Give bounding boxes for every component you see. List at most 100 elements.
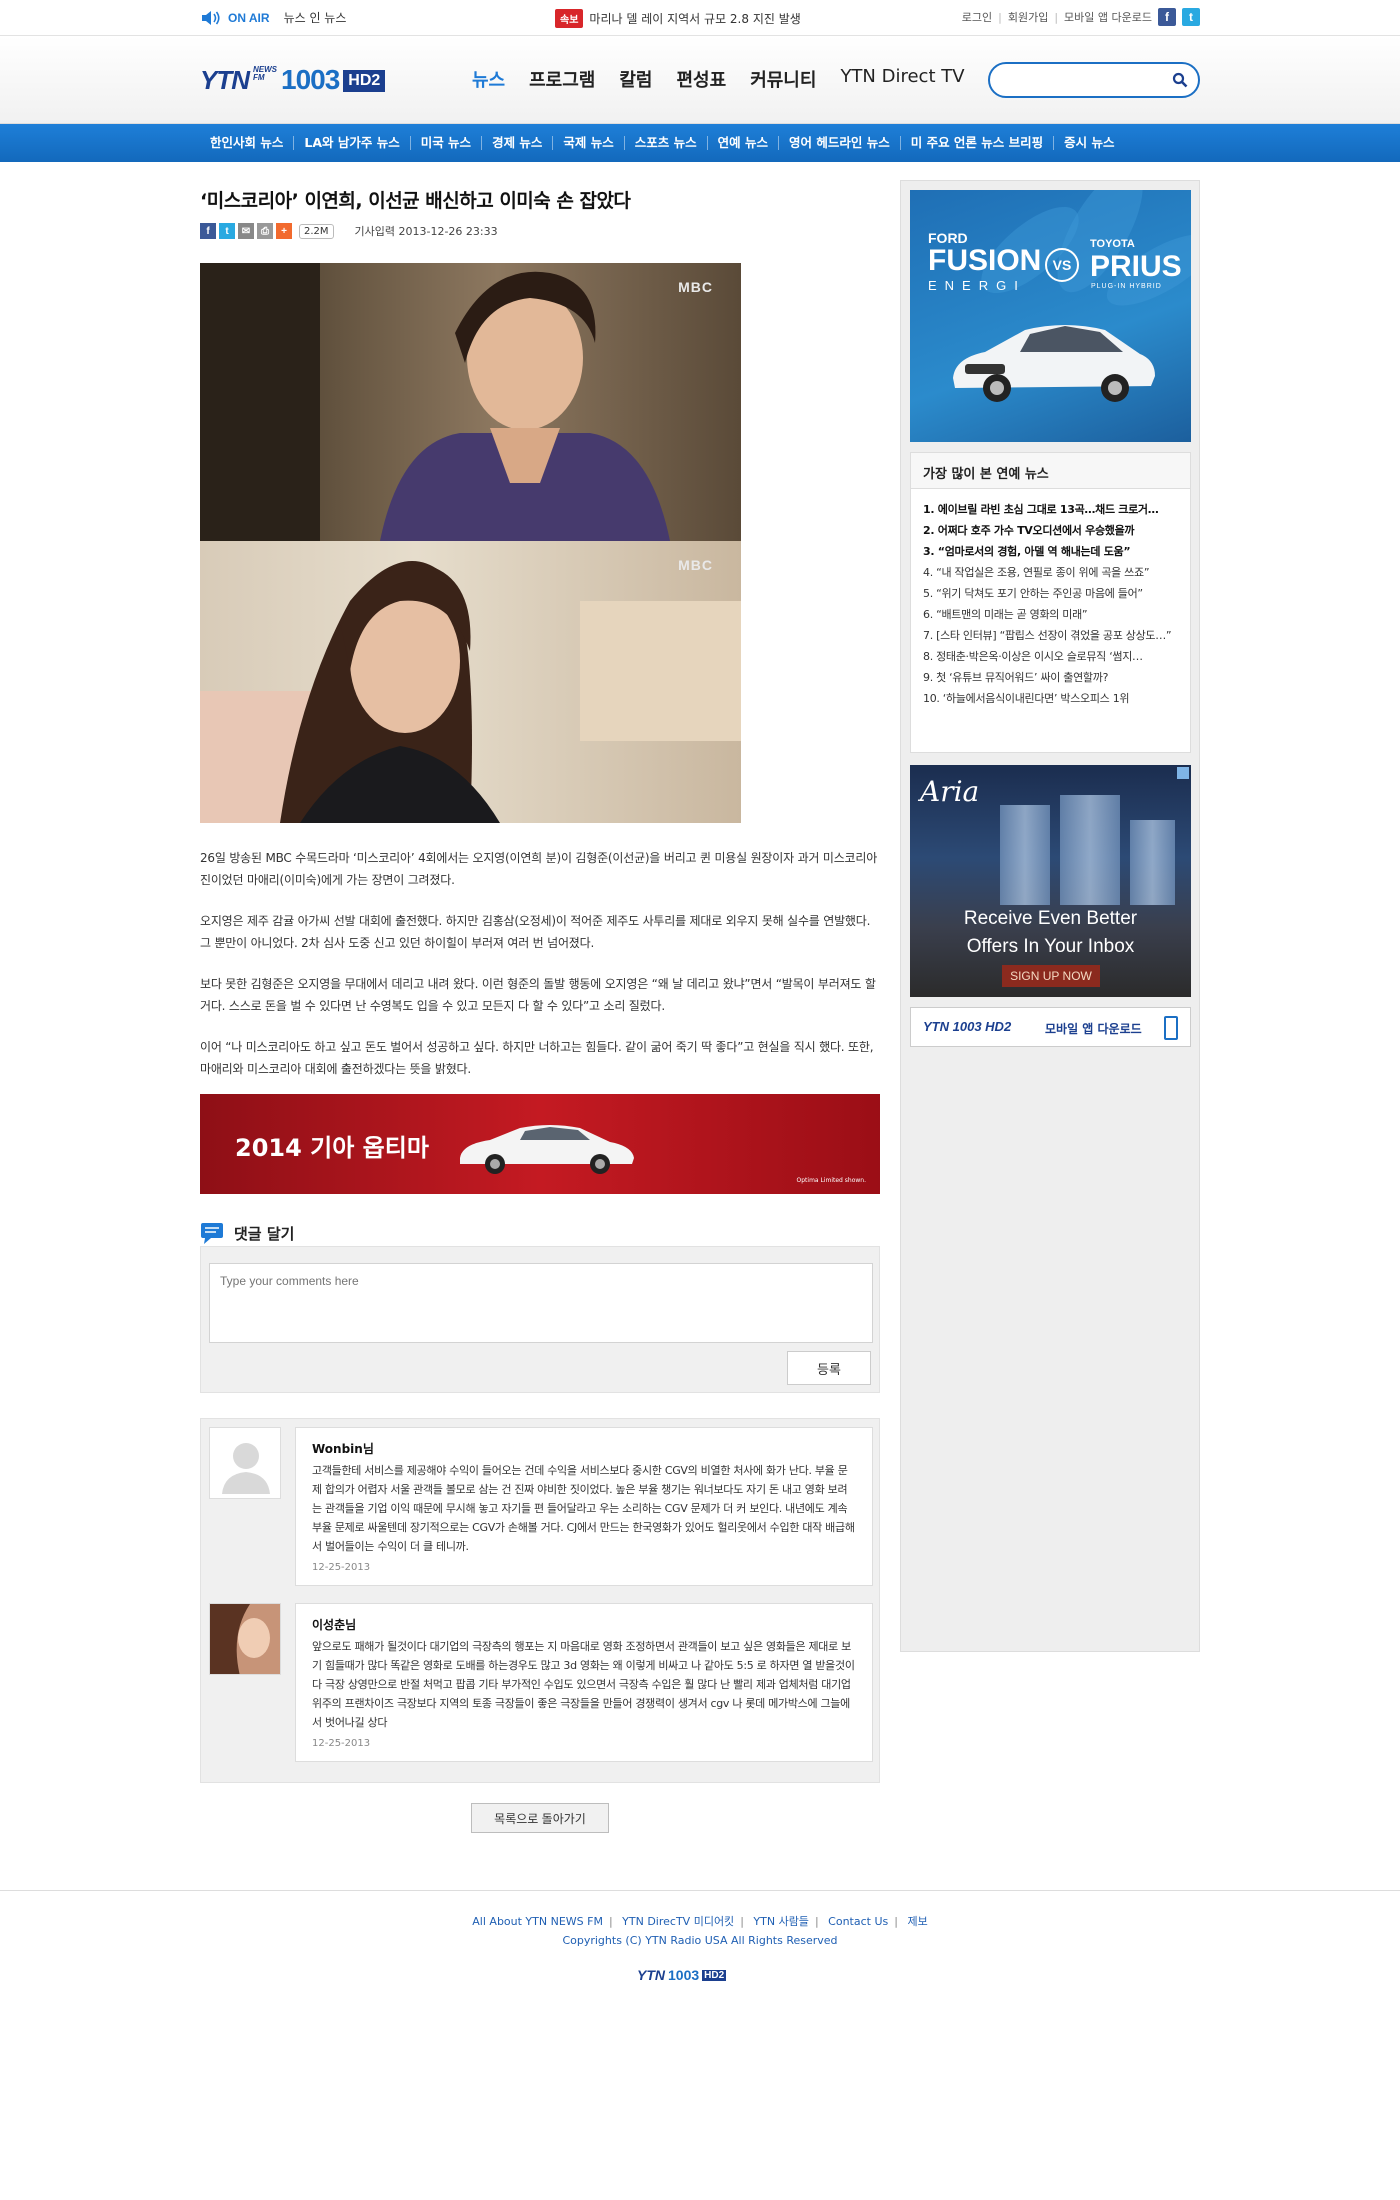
popular-item[interactable]: 9. 첫 ‘유튜브 뮤직어워드’ 싸이 출연할까? [923,667,1178,688]
mobile-logo-freq: 1003 [952,1019,982,1034]
share-email-icon[interactable]: ✉ [238,223,254,239]
default-avatar [209,1427,281,1499]
subnav-korean-community[interactable]: 한인사회 뉴스 [200,136,295,150]
popular-item[interactable]: 6. “배트맨의 미래는 곧 영화의 미래” [923,604,1178,625]
on-air-label: ON AIR [228,10,270,25]
subnav-economy[interactable]: 경제 뉴스 [482,136,554,150]
article-date: 기사입력 2013-12-26 23:33 [354,225,498,238]
divider: | [814,1915,819,1928]
mobile-app-download[interactable]: YTN 1003 HD2 모바일 앱 다운로드 [910,1007,1191,1047]
back-to-list-button[interactable]: 목록으로 돌아가기 [471,1803,609,1833]
article-paragraph: 보다 못한 김형준은 오지영을 무대에서 데리고 내려 왔다. 이런 형준의 돌… [200,977,876,1013]
article-paragraph: 26일 방송된 MBC 수목드라마 ‘미스코리아’ 4회에서는 오지영(이연희 … [200,851,878,887]
signup-link[interactable]: 회원가입 [1008,9,1048,25]
footer-logo-hd: HD2 [702,1969,727,1981]
footer-link-people[interactable]: YTN 사람들 [753,1915,809,1928]
popular-item[interactable]: 5. “위기 닥쳐도 포기 안하는 주인공 마음에 들어” [923,583,1178,604]
speaker-icon [202,10,220,25]
search-icon[interactable] [1172,72,1188,88]
ad2-message: Receive Even Better Offers In Your Inbox [910,905,1191,961]
mobile-logo-ytn: YTN [923,1019,949,1034]
nav-news[interactable]: 뉴스 [472,66,505,92]
phone-icon [1164,1016,1178,1040]
footer-link-tip[interactable]: 제보 [907,1915,927,1928]
nav-direct-tv[interactable]: YTN Direct TV [840,66,964,92]
user-placeholder-icon [222,1443,270,1494]
kia-optima-banner-ad[interactable]: 2014 기아 옵티마 Optima Limited shown. [200,1094,880,1194]
comment-form: 등록 [200,1246,880,1393]
footer-links: All About YTN NEWS FM | YTN DirecTV 미디어킷 |… [0,1913,1400,1929]
sign-up-button[interactable]: SIGN UP NOW [1002,965,1100,987]
login-link[interactable]: 로그인 [962,9,992,25]
on-air-link[interactable]: ON AIR 뉴스 인 뉴스 [200,9,346,26]
popular-item[interactable]: 7. [스타 인터뷰] “팝립스 선장이 겪었을 공포 상상도…” [923,625,1178,646]
footer-link-mediakit[interactable]: YTN DirecTV 미디어킷 [622,1915,734,1928]
subnav-la-socal[interactable]: LA와 남가주 뉴스 [294,136,411,150]
subnav-entertainment[interactable]: 연예 뉴스 [708,136,779,150]
popular-item[interactable]: 8. 정태춘·박은옥·이상은 이시오 슬로뮤직 ‘썸지… [923,646,1178,667]
breaking-tag: 속보 [555,9,584,28]
comment-content: Wonbin님 고객들한테 서비스를 제공해야 수익이 들어오는 건데 수익을 … [295,1427,873,1586]
user-photo [210,1604,280,1674]
subnav-world[interactable]: 국제 뉴스 [553,136,625,150]
share-print-icon[interactable]: ⎙ [257,223,273,239]
popular-item[interactable]: 3. “엄마로서의 경험, 아델 역 해내는데 도움” [923,541,1178,562]
nav-schedule[interactable]: 편성표 [677,66,727,92]
subnav-sports[interactable]: 스포츠 뉴스 [625,136,708,150]
article: ‘미스코리아’ 이연희, 이선균 배신하고 이미숙 손 잡았다 f t ✉ ⎙ … [200,186,880,1099]
footer-link-about[interactable]: All About YTN NEWS FM [472,1915,603,1928]
top-links: 로그인 | 회원가입 | 모바일 앱 다운로드 f t [962,8,1200,26]
footer-link-contact[interactable]: Contact Us [828,1915,888,1928]
photo-watermark: MBC [678,279,713,295]
logo-frequency: 1003 [281,64,340,95]
comment-date: 12-25-2013 [312,1562,371,1573]
nav-columns[interactable]: 칼럼 [619,66,652,92]
divider: | [608,1915,613,1928]
top-bar: ON AIR 뉴스 인 뉴스 속보 마리나 델 레이 지역서 규모 2.8 지진… [0,0,1400,36]
submit-comment-button[interactable]: 등록 [787,1351,871,1385]
breaking-news[interactable]: 속보 마리나 델 레이 지역서 규모 2.8 지진 발생 [555,9,801,28]
ad1-left-line2: FUSION [928,244,1042,277]
sub-nav: 한인사회 뉴스 LA와 남가주 뉴스 미국 뉴스 경제 뉴스 국제 뉴스 스포츠… [0,124,1400,162]
header: YTN NEWS FM 1003 HD2 뉴스 프로그램 칼럼 편성표 커뮤니티… [0,36,1400,124]
share-facebook-icon[interactable]: f [200,223,216,239]
twitter-icon[interactable]: t [1182,8,1200,26]
ad-choices-icon[interactable] [1177,767,1189,779]
popular-item[interactable]: 4. “내 작업실은 조용, 연필로 종이 위에 곡을 쓰죠” [923,562,1178,583]
comment-author: 이성춘님 [312,1618,357,1632]
footer-logo[interactable]: YTN 1003 HD2 [637,1967,727,1983]
subnav-us[interactable]: 미국 뉴스 [411,136,483,150]
aria-resort-ad[interactable]: Aria Receive Even Better Offers In Your … [910,765,1191,997]
comment-date: 12-25-2013 [312,1738,371,1749]
facebook-icon[interactable]: f [1158,8,1176,26]
subnav-stock-market[interactable]: 증시 뉴스 [1054,136,1124,150]
popular-item[interactable]: 2. 어쩌다 호주 가수 TV오디션에서 우승했을까 [923,520,1178,541]
nav-programs[interactable]: 프로그램 [529,66,595,92]
tower-shape [1130,820,1175,905]
breaking-text: 마리나 델 레이 지역서 규모 2.8 지진 발생 [589,12,801,26]
logo-hd2: HD2 [343,70,386,92]
comments-list: Wonbin님 고객들한테 서비스를 제공해야 수익이 들어오는 건데 수익을 … [200,1418,880,1783]
mobile-app-link[interactable]: 모바일 앱 다운로드 [1064,9,1152,25]
popular-item[interactable]: 10. ‘하늘에서음식이내린다면’ 박스오피스 1위 [923,688,1178,709]
subnav-english-headlines[interactable]: 영어 헤드라인 뉴스 [779,136,901,150]
ford-vs-toyota-ad[interactable]: FORD FUSION ENERGI VS TOYOTA PRIUS PLUG-… [910,190,1191,442]
photo-woman-portrait [200,263,670,541]
aria-logo: Aria [920,775,980,808]
search-input[interactable] [1002,70,1162,90]
comment-section-title: 댓글 달기 [234,1224,295,1243]
nav-community[interactable]: 커뮤니티 [750,66,816,92]
comment-section-header: 댓글 달기 [200,1222,294,1244]
comment-textarea[interactable] [209,1263,873,1343]
car-image [953,325,1155,402]
share-more-icon[interactable]: + [276,223,292,239]
banner-text: 2014 기아 옵티마 [235,1134,429,1162]
sidebar: FORD FUSION ENERGI VS TOYOTA PRIUS PLUG-… [900,180,1200,1652]
share-twitter-icon[interactable]: t [219,223,235,239]
popular-item[interactable]: 1. 에이브릴 라빈 초심 그대로 13곡…채드 크로거… [923,499,1178,520]
footer-logo-freq: 1003 [668,1967,700,1983]
subnav-us-press-briefing[interactable]: 미 주요 언론 뉴스 브리핑 [901,136,1055,150]
comment-content: 이성춘님 앞으로도 패해가 될것이다 대기업의 극장측의 행포는 지 마음대로 … [295,1603,873,1762]
site-logo[interactable]: YTN NEWS FM 1003 HD2 [200,64,386,96]
logo-ytn: YTN [200,65,250,95]
